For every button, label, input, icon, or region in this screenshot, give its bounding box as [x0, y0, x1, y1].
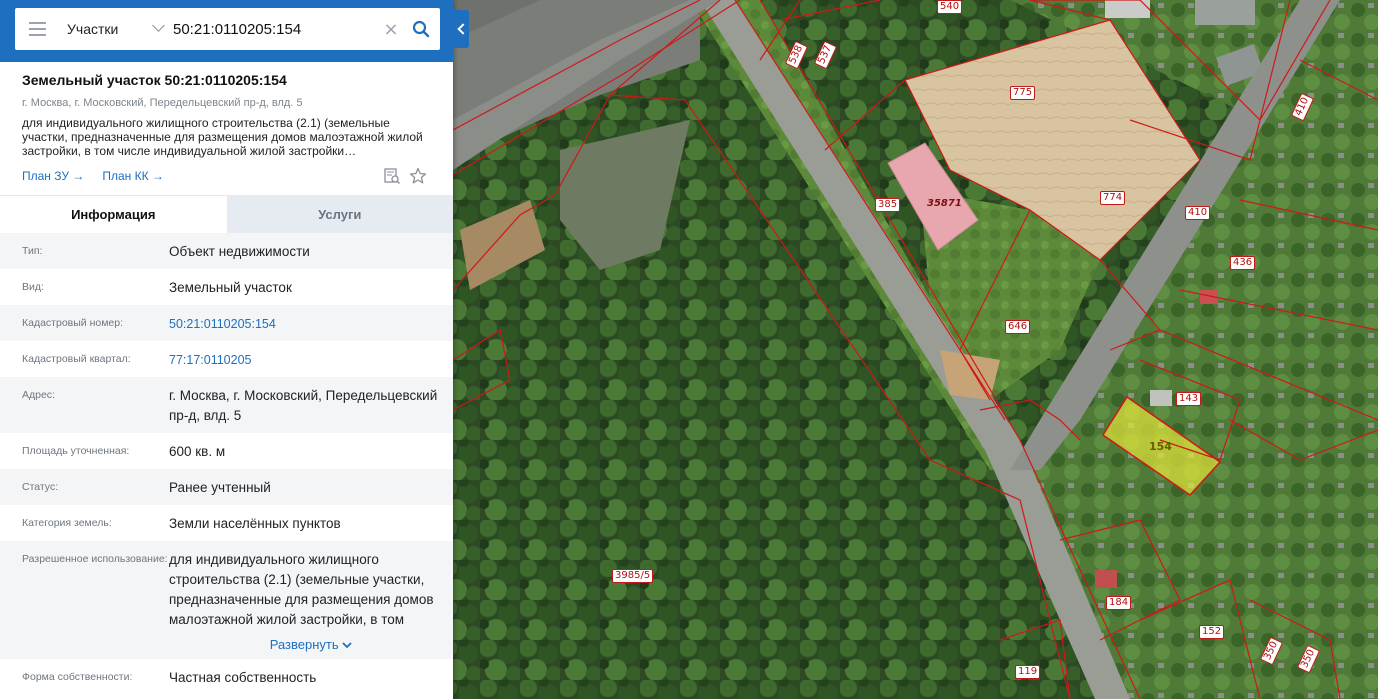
object-links: План ЗУ → План КК → — [22, 161, 431, 191]
tab-services[interactable]: Услуги — [226, 195, 453, 233]
parcel-label: 436 — [1230, 256, 1256, 270]
search-type-select[interactable]: Участки — [59, 8, 167, 50]
parcel-label: 646 — [1005, 320, 1031, 334]
favorite-button[interactable] — [405, 165, 431, 187]
search-icon — [412, 20, 430, 38]
info-panel: Участки × Земельный участок 50:21:011020… — [0, 0, 453, 699]
cadastral-block-link[interactable]: 77:17:0110205 — [169, 341, 453, 377]
info-label: Категория земель: — [22, 517, 112, 529]
info-value: Ранее учтенный — [169, 480, 271, 495]
info-row-cadastral-block: Кадастровый квартал: 77:17:0110205 — [0, 341, 453, 377]
expand-button[interactable]: Развернуть — [270, 637, 353, 652]
parcel-label: 35871 — [927, 198, 962, 209]
parcel-label: 152 — [1199, 625, 1225, 639]
plan-zu-link[interactable]: План ЗУ → — [22, 169, 84, 183]
info-row-land-category: Категория земель: Земли населённых пункт… — [0, 505, 453, 541]
info-value: г. Москва, г. Московский, Передельцевски… — [169, 388, 438, 423]
info-label: Статус: — [22, 481, 59, 493]
chevron-down-icon — [342, 642, 352, 649]
info-value: Земли населённых пунктов — [169, 516, 341, 531]
info-label: Вид: — [22, 281, 44, 293]
parcel-label: 119 — [1015, 665, 1041, 679]
info-value: Частная собственность — [169, 670, 317, 685]
parcel-label: 184 — [1106, 596, 1132, 610]
search-type-label: Участки — [67, 21, 119, 37]
info-label: Разрешенное использование: — [22, 553, 168, 565]
info-row-type: Тип: Объект недвижимости — [0, 233, 453, 269]
info-value: Объект недвижимости — [169, 244, 310, 259]
info-table: Тип: Объект недвижимости Вид: Земельный … — [0, 233, 453, 695]
chevron-down-icon — [152, 19, 165, 32]
cadastral-number-link[interactable]: 50:21:0110205:154 — [169, 305, 453, 341]
plan-kk-link[interactable]: План КК → — [102, 169, 164, 183]
info-value: Земельный участок — [169, 280, 292, 295]
info-label: Форма собственности: — [22, 671, 133, 683]
object-header: Земельный участок 50:21:0110205:154 г. М… — [0, 62, 453, 191]
info-row-permitted-use: Разрешенное использование: для индивидуа… — [0, 541, 453, 659]
search-box: Участки × — [15, 8, 440, 50]
parcel-label: 3985/5 — [612, 569, 654, 583]
collapse-panel-button[interactable] — [453, 10, 469, 48]
parcel-label: 775 — [1010, 86, 1036, 100]
info-row-kind: Вид: Земельный участок — [0, 269, 453, 305]
info-value: для индивидуального жилищного строительс… — [169, 552, 434, 627]
parcel-label: 774 — [1100, 191, 1126, 205]
info-row-status: Статус: Ранее учтенный — [0, 469, 453, 505]
clear-search-button[interactable]: × — [380, 19, 402, 40]
parcel-label: 540 — [937, 0, 963, 14]
info-label: Кадастровый квартал: — [22, 353, 131, 365]
object-title: Земельный участок 50:21:0110205:154 — [22, 72, 287, 88]
info-label: Тип: — [22, 245, 43, 257]
info-row-ownership: Форма собственности: Частная собственнос… — [0, 659, 453, 695]
panel-tabs: Информация Услуги — [0, 195, 453, 233]
info-label: Кадастровый номер: — [22, 317, 124, 329]
info-label: Площадь уточненная: — [22, 445, 130, 457]
search-button[interactable] — [402, 8, 440, 50]
selected-parcel-label: 154 — [1149, 440, 1172, 453]
tab-info[interactable]: Информация — [0, 195, 227, 233]
info-row-address: Адрес: г. Москва, г. Московский, Передел… — [0, 377, 453, 433]
document-search-button[interactable] — [379, 165, 405, 187]
chevron-left-icon — [456, 23, 469, 35]
info-value: 600 кв. м — [169, 444, 226, 459]
star-icon — [409, 167, 427, 184]
search-bar: Участки × — [0, 0, 453, 62]
object-description: для индивидуального жилищного строительс… — [22, 116, 423, 158]
document-search-icon — [384, 168, 400, 184]
object-address: г. Москва, г. Московский, Передельцевски… — [22, 97, 303, 109]
search-input[interactable] — [167, 8, 380, 50]
info-row-area: Площадь уточненная: 600 кв. м — [0, 433, 453, 469]
info-row-cadastral-number: Кадастровый номер: 50:21:0110205:154 — [0, 305, 453, 341]
expand-label: Развернуть — [269, 637, 339, 652]
menu-icon[interactable] — [15, 8, 59, 50]
parcel-label: 385 — [875, 198, 901, 212]
info-label: Адрес: — [22, 389, 55, 401]
parcel-label: 410 — [1185, 206, 1211, 220]
parcel-label: 143 — [1176, 392, 1202, 406]
